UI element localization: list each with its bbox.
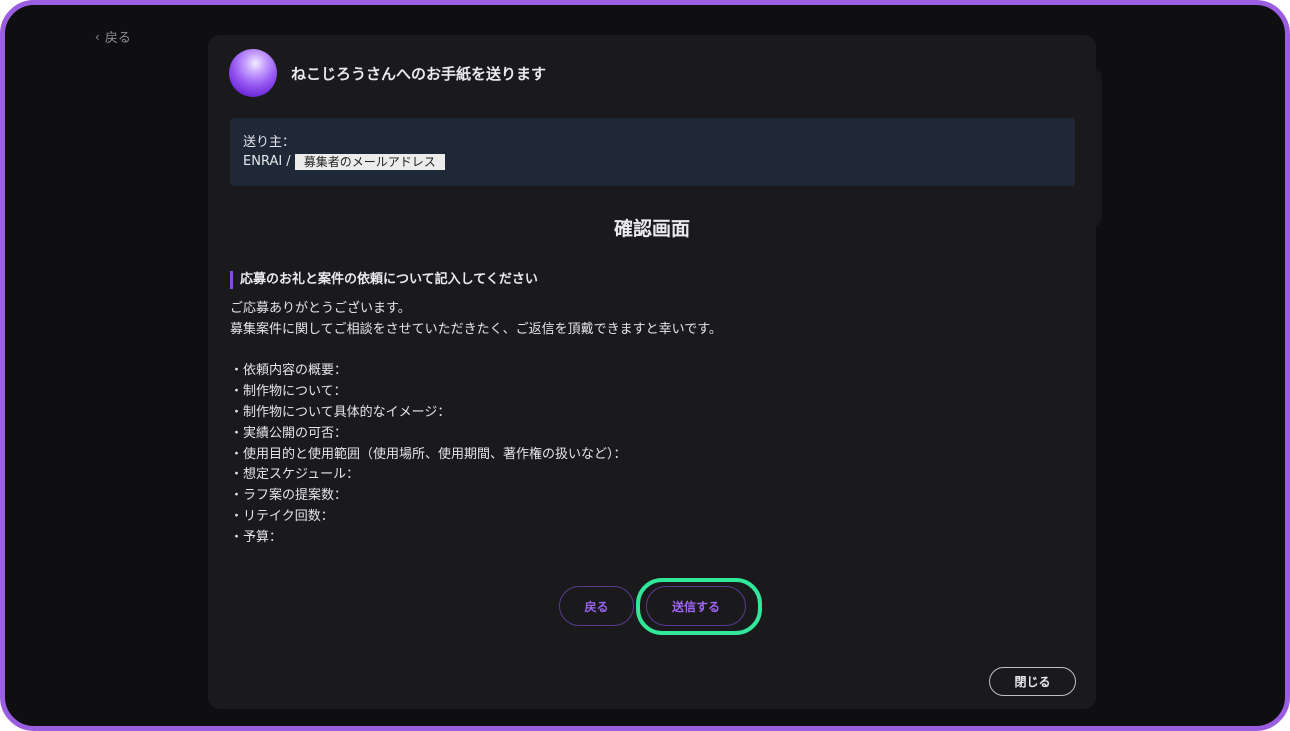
message-line: ・使用目的と使用範囲（使用場所、使用期間、著作権の扱いなど）： [230, 446, 627, 462]
message-heading: 応募のお礼と案件の依頼について記入してください [230, 271, 538, 289]
back-button[interactable]: 戻る [559, 586, 634, 626]
letter-modal: ねこじろうさんへのお手紙を送ります 送り主： ENRAI / 募集者のメールアド… [208, 35, 1096, 709]
message-line: ・想定スケジュール： [230, 467, 360, 483]
message-line: ・依頼内容の概要： [230, 363, 348, 379]
sender-email-placeholder: 募集者のメールアドレス [294, 154, 445, 170]
chevron-left-icon: ‹ [95, 29, 100, 44]
message-line: ・実績公開の可否： [230, 425, 348, 441]
sender-name: ENRAI / [243, 154, 291, 169]
close-button[interactable]: 閉じる [989, 667, 1076, 696]
message-body: ご応募ありがとうございます。 募集案件に関してご相談をさせていただきたく、ご返信… [230, 299, 1070, 549]
app-frame: ‹ 戻る ねこじろうさんへのお手紙を送ります 送り主： ENRAI / 募集者の… [0, 0, 1290, 731]
sender-row: ENRAI / 募集者のメールアドレス [243, 153, 1062, 171]
confirm-screen-title: 確認画面 [613, 218, 690, 240]
modal-title: ねこじろうさんへのお手紙を送ります [291, 64, 547, 83]
top-back-link[interactable]: ‹ 戻る [95, 27, 131, 47]
message-line: ご応募ありがとうございます。 [230, 301, 411, 316]
avatar [229, 49, 277, 97]
modal-header: ねこじろうさんへのお手紙を送ります [229, 49, 546, 97]
send-button[interactable]: 送信する [646, 586, 746, 626]
message-line: ・ラフ案の提案数： [230, 488, 348, 504]
message-line: 募集案件に関してご相談をさせていただきたく、ご返信を頂戴できますと幸いです。 [230, 321, 722, 337]
message-line: ・制作物について具体的なイメージ： [230, 404, 451, 420]
sender-box: 送り主： ENRAI / 募集者のメールアドレス [230, 118, 1075, 186]
message-line: ・制作物について： [230, 384, 347, 400]
top-back-label: 戻る [104, 31, 131, 46]
message-line: ・予算： [230, 529, 283, 545]
sender-label: 送り主： [243, 135, 296, 150]
message-blank-line [230, 341, 1070, 362]
message-line: ・リテイク回数： [230, 508, 334, 524]
